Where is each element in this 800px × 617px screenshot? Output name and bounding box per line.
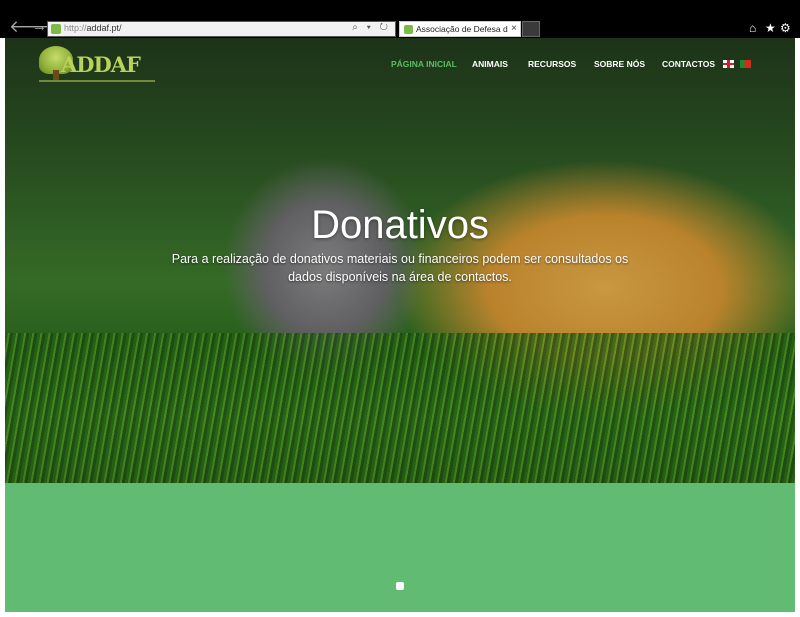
- gear-icon[interactable]: ⚙: [780, 21, 791, 35]
- nav-pagina-inicial[interactable]: PÁGINA INICIAL: [391, 59, 457, 69]
- browser-toolbar: 🡐 → http://addaf.pt/ ⌕ ▾ ↻ Associação de…: [0, 0, 800, 38]
- tab-favicon-icon: [404, 25, 413, 34]
- web-page: ADDAF PÁGINA INICIAL ANIMAIS RECURSOS SO…: [5, 38, 795, 612]
- nav-recursos[interactable]: RECURSOS: [528, 59, 576, 69]
- nav-contactos[interactable]: CONTACTOS: [662, 59, 715, 69]
- url-protocol: http://: [64, 23, 87, 33]
- address-bar[interactable]: http://addaf.pt/ ⌕ ▾ ↻: [47, 21, 396, 37]
- address-tools[interactable]: ⌕ ▾ ↻: [352, 22, 391, 33]
- english-flag-icon[interactable]: [723, 60, 734, 68]
- url-host: addaf.pt/: [86, 23, 122, 33]
- logo-text: ADDAF: [61, 52, 141, 77]
- green-content-band: [5, 483, 795, 612]
- hero-section: ADDAF PÁGINA INICIAL ANIMAIS RECURSOS SO…: [5, 38, 795, 483]
- browser-tab-active[interactable]: Associação de Defesa dos D... ×: [399, 21, 521, 37]
- tree-trunk-icon: [53, 70, 59, 80]
- site-logo[interactable]: ADDAF: [39, 44, 155, 82]
- hero-description: Para a realização de donativos materiais…: [171, 251, 629, 284]
- nav-animais[interactable]: ANIMAIS: [472, 59, 508, 69]
- hero-title: Donativos: [311, 202, 489, 247]
- logo-tagline: [39, 80, 155, 82]
- site-favicon-icon: [51, 24, 61, 34]
- tab-title: Associação de Defesa dos D...: [416, 24, 508, 34]
- address-url: http://addaf.pt/: [64, 23, 122, 33]
- star-icon[interactable]: ★: [765, 21, 776, 35]
- new-tab-button[interactable]: [522, 21, 540, 37]
- tab-close-icon[interactable]: ×: [511, 23, 517, 34]
- forward-icon[interactable]: →: [32, 19, 47, 35]
- slider-dot[interactable]: [396, 582, 404, 590]
- nav-sobre-nos[interactable]: SOBRE NÓS: [594, 59, 645, 69]
- home-icon[interactable]: ⌂: [749, 21, 756, 35]
- portuguese-flag-icon[interactable]: [740, 60, 751, 68]
